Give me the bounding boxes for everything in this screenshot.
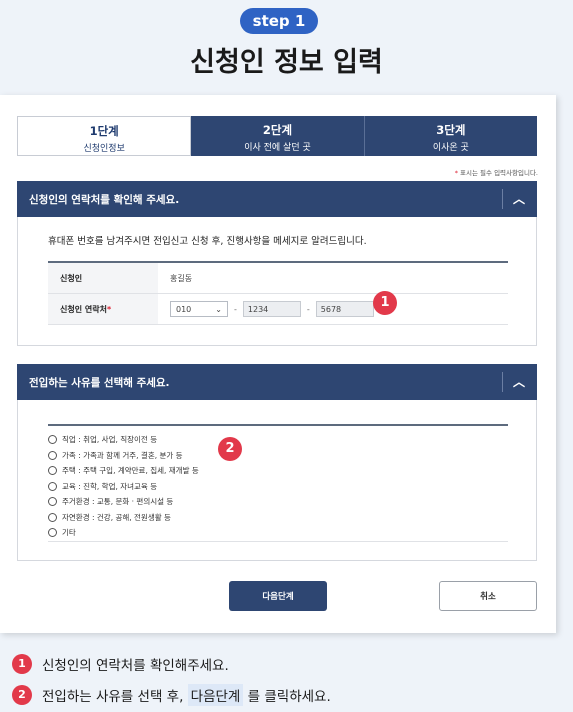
phone-label-text: 신청인 연락처	[60, 304, 107, 314]
instruction-number: 2	[12, 685, 32, 705]
reason-option-family[interactable]: 가족 : 가족과 함께 거주, 결혼, 분가 등	[48, 448, 199, 464]
applicant-label: 신청인	[48, 263, 158, 293]
highlighted-term: 다음단계	[187, 684, 244, 706]
instruction-text: 전입하는 사유를 선택 후,	[42, 689, 184, 705]
option-label: 가족 : 가족과 함께 거주, 결혼, 분가 등	[62, 450, 183, 460]
divider	[48, 424, 508, 426]
reason-option-housing[interactable]: 주택 : 주택 구입, 계약만료, 집세, 재개발 등	[48, 463, 199, 479]
next-step-button[interactable]: 다음단계	[229, 581, 327, 611]
instruction-text: 신청인의 연락처를 확인해주세요.	[42, 658, 229, 674]
tab-step-3[interactable]: 3단계 이사온 곳	[364, 116, 537, 156]
phone-prefix-value: 010	[176, 304, 192, 314]
cancel-button[interactable]: 취소	[439, 581, 537, 611]
marker-1: 1	[373, 291, 397, 315]
phone-prefix-select[interactable]: 010 ⌄	[170, 301, 228, 317]
option-label: 주거환경 : 교통, 문화 · 편의시설 등	[62, 497, 174, 507]
contact-section-title: 신청인의 연락처를 확인해 주세요.	[29, 194, 180, 206]
header-divider	[502, 372, 503, 392]
tab-step-1[interactable]: 1단계 신청인정보	[17, 116, 192, 156]
reason-option-education[interactable]: 교육 : 진학, 학업, 자녀교육 등	[48, 479, 199, 495]
divider	[48, 541, 508, 542]
phone-fields: 010 ⌄ - 1234 - 5678	[158, 301, 374, 317]
phone-middle-field[interactable]: 1234	[242, 301, 301, 317]
option-label: 직업 : 취업, 사업, 직장이전 등	[62, 435, 158, 445]
radio-icon[interactable]	[48, 497, 57, 507]
header-divider	[502, 189, 503, 209]
table-row: 신청인 연락처 * 010 ⌄ - 1234 - 5678	[48, 294, 508, 325]
radio-icon[interactable]	[48, 450, 57, 460]
form-card: 1단계 신청인정보 2단계 이사 전에 살던 곳 3단계 이사온 곳 * 표시는…	[0, 95, 556, 633]
tab-label: 1단계	[89, 124, 119, 138]
option-label: 주택 : 주택 구입, 계약만료, 집세, 재개발 등	[62, 466, 199, 476]
step-tabs: 1단계 신청인정보 2단계 이사 전에 살던 곳 3단계 이사온 곳	[17, 116, 537, 156]
chevron-down-icon: ⌄	[215, 304, 222, 314]
reason-section-body: 직업 : 취업, 사업, 직장이전 등 가족 : 가족과 함께 거주, 결혼, …	[17, 400, 537, 561]
instruction-number: 1	[12, 654, 32, 674]
required-note: * 표시는 필수 입력사항입니다.	[455, 167, 538, 177]
phone-dash: -	[306, 304, 310, 314]
applicant-name: 홍길동	[170, 273, 193, 283]
tab-sublabel: 이사온 곳	[432, 143, 469, 153]
reason-section-header[interactable]: 전입하는 사유를 선택해 주세요. ︿	[17, 364, 537, 400]
marker-2: 2	[218, 437, 242, 461]
tab-step-2[interactable]: 2단계 이사 전에 살던 곳	[191, 116, 365, 156]
tab-label: 2단계	[262, 123, 293, 137]
option-label: 기타	[62, 528, 76, 538]
contact-notice: 휴대폰 번호를 남겨주시면 전입신고 신청 후, 진행사항을 메세지로 알려드립…	[48, 236, 367, 247]
option-label: 자연환경 : 건강, 공해, 전원생활 등	[62, 512, 171, 522]
instruction-1: 1 신청인의 연락처를 확인해주세요.	[12, 654, 229, 674]
required-star: *	[106, 304, 112, 314]
phone-last-field[interactable]: 5678	[315, 301, 374, 317]
contact-table: 신청인 홍길동 신청인 연락처 * 010 ⌄ - 1234 - 5678	[48, 261, 508, 325]
table-row: 신청인 홍길동	[48, 263, 508, 294]
reason-option-natural-env[interactable]: 자연환경 : 건강, 공해, 전원생활 등	[48, 510, 199, 526]
radio-icon[interactable]	[48, 512, 57, 522]
radio-icon[interactable]	[48, 466, 57, 476]
header: step 1 신청인 정보 입력	[0, 0, 573, 90]
reason-section-title: 전입하는 사유를 선택해 주세요.	[29, 377, 170, 389]
tab-sublabel: 신청인정보	[83, 144, 125, 154]
radio-icon[interactable]	[48, 435, 57, 445]
required-star: *	[454, 169, 458, 177]
reason-option-other[interactable]: 기타	[48, 525, 199, 541]
phone-dash: -	[234, 304, 237, 314]
reason-option-job[interactable]: 직업 : 취업, 사업, 직장이전 등	[48, 432, 199, 448]
contact-section-header[interactable]: 신청인의 연락처를 확인해 주세요. ︿	[17, 181, 537, 217]
instruction-2: 2 전입하는 사유를 선택 후, 다음단계 를 클릭하세요.	[12, 684, 331, 706]
contact-section-body: 휴대폰 번호를 남겨주시면 전입신고 신청 후, 진행사항을 메세지로 알려드립…	[17, 217, 537, 346]
tab-sublabel: 이사 전에 살던 곳	[244, 143, 311, 153]
radio-icon[interactable]	[48, 481, 57, 491]
page-title: 신청인 정보 입력	[190, 47, 383, 78]
instruction-text: 를 클릭하세요.	[247, 689, 331, 705]
phone-label: 신청인 연락처 *	[48, 294, 158, 324]
chevron-up-icon[interactable]: ︿	[513, 190, 525, 207]
chevron-up-icon[interactable]: ︿	[513, 373, 525, 390]
option-label: 교육 : 진학, 학업, 자녀교육 등	[62, 481, 158, 491]
step-badge: step 1	[240, 8, 318, 34]
tab-label: 3단계	[436, 123, 466, 137]
required-note-text: 표시는 필수 입력사항입니다.	[460, 169, 538, 177]
radio-icon[interactable]	[48, 528, 57, 538]
reason-option-living-env[interactable]: 주거환경 : 교통, 문화 · 편의시설 등	[48, 494, 199, 510]
reason-list: 직업 : 취업, 사업, 직장이전 등 가족 : 가족과 함께 거주, 결혼, …	[48, 432, 199, 541]
